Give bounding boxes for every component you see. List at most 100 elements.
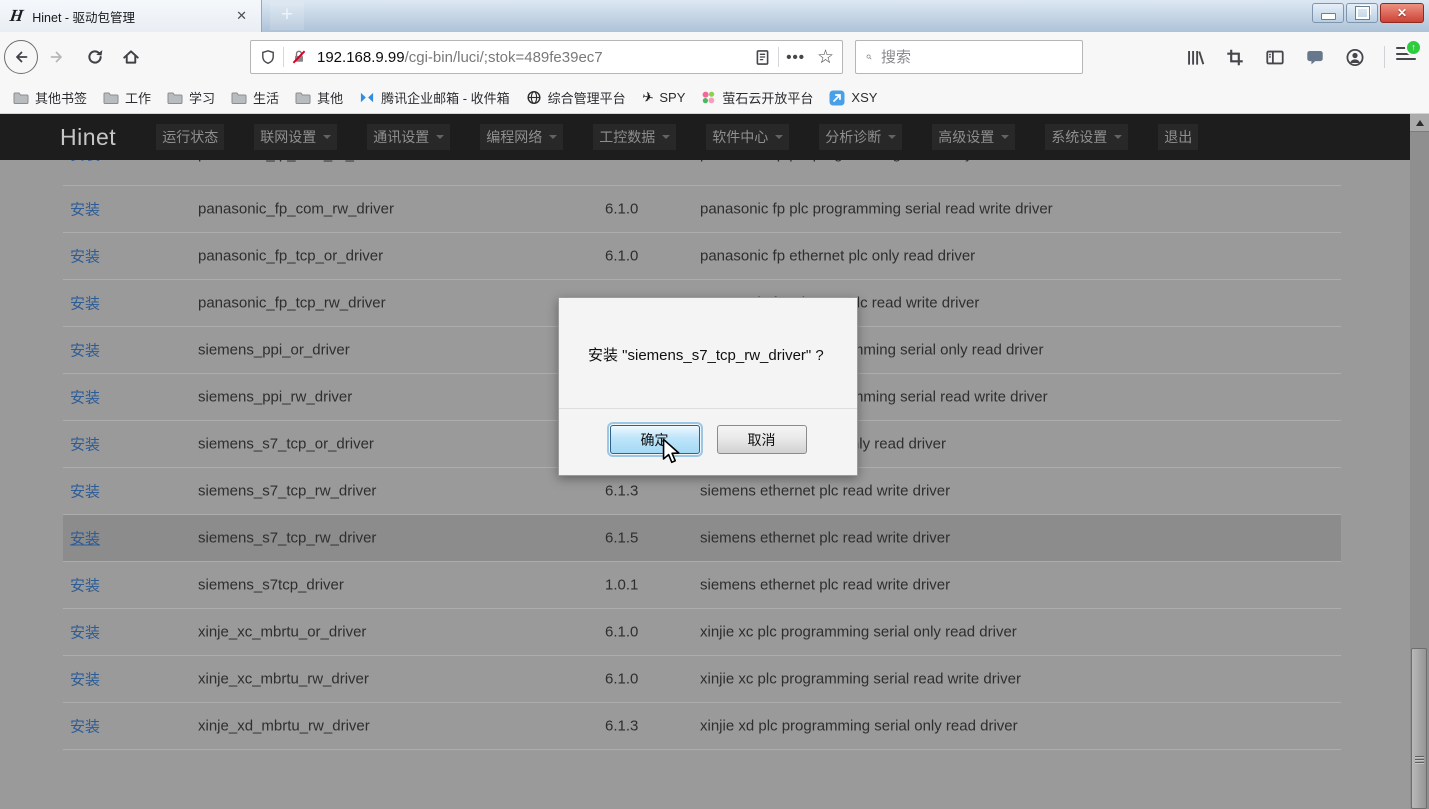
- reload-button[interactable]: [86, 48, 104, 66]
- window-controls: ✕: [1312, 3, 1424, 23]
- nav-item-run-status[interactable]: 运行状态: [156, 124, 224, 150]
- bookmark-spy[interactable]: ✈ SPY: [634, 87, 694, 109]
- driver-description: panasonic fp plc programming serial read…: [700, 201, 1053, 218]
- nav-item-advanced-settings[interactable]: 高级设置: [932, 124, 1015, 150]
- minimize-button[interactable]: [1312, 3, 1344, 23]
- nav-item-programming-network[interactable]: 编程网络: [480, 124, 563, 150]
- install-link[interactable]: 安装: [70, 484, 100, 501]
- bookmark-ezviz-platform[interactable]: 萤石云开放平台: [693, 85, 821, 110]
- bookmark-folder-misc[interactable]: 其他: [287, 85, 351, 110]
- url-bar[interactable]: 192.168.9.99/cgi-bin/luci/;stok=489fe39e…: [250, 40, 843, 74]
- driver-name: siemens_s7_tcp_or_driver: [198, 436, 374, 453]
- menu-button[interactable]: ↑: [1396, 47, 1416, 64]
- driver-version: 6.1.0: [605, 248, 638, 265]
- driver-name: siemens_ppi_or_driver: [198, 342, 350, 359]
- driver-name: xinje_xd_mbrtu_rw_driver: [198, 718, 370, 735]
- driver-description: xinjie xd plc programming serial only re…: [700, 718, 1018, 735]
- driver-version: 6.1.0: [605, 201, 638, 218]
- driver-name: siemens_s7_tcp_rw_driver: [198, 530, 376, 547]
- install-link[interactable]: 安装: [70, 719, 100, 736]
- driver-description: siemens ethernet plc read write driver: [700, 577, 950, 594]
- driver-version: 6.1.3: [605, 483, 638, 500]
- account-button[interactable]: [1345, 48, 1365, 67]
- browser-toolbar: 192.168.9.99/cgi-bin/luci/;stok=489fe39e…: [0, 32, 1429, 82]
- back-button[interactable]: [4, 40, 38, 74]
- url-text[interactable]: 192.168.9.99/cgi-bin/luci/;stok=489fe39e…: [317, 49, 754, 66]
- library-button[interactable]: [1185, 48, 1205, 67]
- search-box[interactable]: [855, 40, 1083, 74]
- install-link[interactable]: 安装: [70, 531, 100, 548]
- reload-icon: [86, 48, 104, 66]
- nav-item-network-settings[interactable]: 联网设置: [254, 124, 337, 150]
- install-link[interactable]: 安装: [70, 672, 100, 689]
- screenshot-button[interactable]: [1225, 48, 1245, 67]
- driver-name: panasonic_fp_tcp_rw_driver: [198, 295, 386, 312]
- new-tab-button[interactable]: +: [270, 2, 304, 30]
- site-menu: 运行状态 联网设置 通讯设置 编程网络 工控数据 软件中心 分析诊断 高级设置 …: [156, 124, 1198, 150]
- nav-item-diagnostics[interactable]: 分析诊断: [819, 124, 902, 150]
- driver-description: xinjie xc plc programming serial only re…: [700, 624, 1017, 641]
- bookmark-folder-study[interactable]: 学习: [159, 85, 223, 110]
- insecure-lock-icon[interactable]: [291, 49, 307, 65]
- nav-item-software-center[interactable]: 软件中心: [706, 124, 789, 150]
- install-link[interactable]: 安装: [70, 390, 100, 407]
- confirm-dialog: 安装 "siemens_s7_tcp_rw_driver" ? 确定 取消: [558, 297, 858, 476]
- bookmark-folder-other-bookmarks[interactable]: 其他书签: [5, 85, 95, 110]
- install-link[interactable]: 安装: [70, 578, 100, 595]
- scrollbar[interactable]: [1410, 114, 1429, 809]
- toolbar-divider: [1384, 46, 1385, 68]
- mouse-cursor: [661, 438, 682, 464]
- home-icon: [122, 48, 140, 66]
- nav-item-comm-settings[interactable]: 通讯设置: [367, 124, 450, 150]
- page-actions-icon[interactable]: •••: [786, 49, 805, 66]
- install-link[interactable]: 安装: [70, 249, 100, 266]
- driver-version: 6.1.3: [605, 718, 638, 735]
- bookmark-folder-life[interactable]: 生活: [223, 85, 287, 110]
- install-link[interactable]: 安装: [70, 296, 100, 313]
- chat-extension-button[interactable]: [1305, 48, 1325, 67]
- install-link[interactable]: 安装: [70, 343, 100, 360]
- bookmark-folder-work[interactable]: 工作: [95, 85, 159, 110]
- table-row-highlighted: 安装 siemens_s7_tcp_rw_driver 6.1.5 siemen…: [63, 515, 1341, 562]
- install-link[interactable]: 安装: [70, 437, 100, 454]
- folder-icon: [167, 91, 183, 105]
- account-icon: [1345, 48, 1365, 67]
- cancel-button[interactable]: 取消: [717, 425, 807, 454]
- table-row: 安装 xinje_xc_mbrtu_or_driver 6.1.0 xinjie…: [63, 609, 1341, 656]
- bookmark-tencent-exmail[interactable]: 腾讯企业邮箱 - 收件箱: [351, 85, 518, 110]
- driver-version: 6.1.0: [605, 624, 638, 641]
- nav-item-industrial-data[interactable]: 工控数据: [593, 124, 676, 150]
- scrollbar-up-button[interactable]: [1410, 114, 1429, 132]
- tab-close-icon[interactable]: ✕: [232, 6, 251, 26]
- tracking-shield-icon[interactable]: [260, 49, 276, 65]
- driver-version: 6.1.0: [605, 671, 638, 688]
- plane-icon: ✈: [640, 88, 655, 106]
- close-icon: ✕: [1397, 6, 1407, 20]
- bookmark-xsy[interactable]: XSY: [821, 87, 885, 109]
- install-link[interactable]: 安装: [70, 625, 100, 642]
- screenshot-crop-icon: [1225, 48, 1245, 67]
- browser-tab[interactable]: H Hinet - 驱动包管理 ✕: [0, 0, 262, 32]
- folder-icon: [295, 91, 311, 105]
- url-path: /cgi-bin/luci/;stok=489fe39ec7: [405, 49, 603, 66]
- sidebar-button[interactable]: [1265, 48, 1285, 67]
- nav-item-system-settings[interactable]: 系统设置: [1045, 124, 1128, 150]
- chevron-down-icon: [775, 135, 783, 143]
- urlbar-divider: [778, 47, 779, 67]
- restore-button[interactable]: [1346, 3, 1378, 23]
- scrollbar-grip: [1415, 756, 1424, 765]
- bookmark-management-platform[interactable]: 综合管理平台: [518, 85, 634, 110]
- scrollbar-thumb[interactable]: [1411, 648, 1427, 809]
- bookmark-star-icon[interactable]: ☆: [817, 48, 834, 67]
- home-button[interactable]: [122, 48, 140, 66]
- install-link[interactable]: 安装: [70, 202, 100, 219]
- close-button[interactable]: ✕: [1380, 3, 1424, 23]
- ok-button[interactable]: 确定: [610, 425, 700, 454]
- driver-name: xinje_xc_mbrtu_rw_driver: [198, 671, 369, 688]
- reader-mode-icon[interactable]: [754, 49, 771, 66]
- nav-item-logout[interactable]: 退出: [1158, 124, 1198, 150]
- ezviz-dots-icon: [701, 90, 716, 105]
- search-input[interactable]: [879, 48, 1082, 67]
- urlbar-divider: [283, 47, 284, 67]
- forward-button[interactable]: [48, 49, 66, 65]
